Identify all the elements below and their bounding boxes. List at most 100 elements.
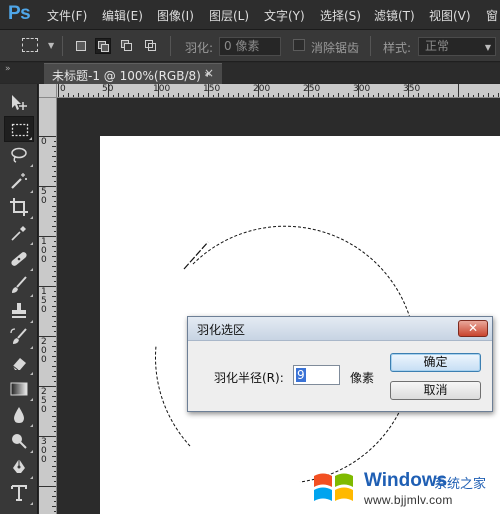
eyedropper-tool[interactable] [4, 220, 34, 246]
watermark-url: www.bjjmlv.com [364, 493, 453, 507]
magic-wand-icon [11, 173, 27, 189]
close-tab-icon[interactable]: × [204, 66, 214, 80]
intersect-selection-icon-b [148, 43, 156, 51]
history-brush-tool[interactable] [4, 324, 34, 350]
ruler-origin[interactable] [39, 84, 57, 98]
dodge-tool[interactable] [4, 428, 34, 454]
ruler-label: 0 [41, 137, 47, 147]
menu-image[interactable]: 图像(I) [157, 7, 194, 24]
subtract-selection-icon-b [124, 43, 132, 51]
menu-filter[interactable]: 滤镜(T) [374, 7, 415, 24]
feather-label: 羽化: [185, 41, 214, 55]
blur-drop-icon [14, 407, 24, 423]
feather-radius-input[interactable]: 9 [293, 365, 340, 385]
add-to-selection-button[interactable] [95, 38, 111, 54]
radius-unit-label: 像素 [350, 371, 375, 385]
dialog-titlebar[interactable]: 羽化选区 ✕ [188, 317, 492, 341]
brush-icon [12, 276, 27, 293]
feather-selection-dialog: 羽化选区 ✕ 羽化半径(R): 9 像素 确定 取消 [187, 316, 493, 412]
antialias-checkbox[interactable] [293, 39, 305, 51]
windows-logo-icon [314, 473, 353, 501]
tool-preset-dropdown-icon[interactable]: ▼ [48, 41, 54, 50]
subtract-from-selection-button[interactable] [119, 38, 135, 54]
separator [170, 36, 171, 56]
menu-view[interactable]: 视图(V) [429, 7, 471, 24]
rectangular-marquee-icon [11, 123, 29, 137]
bandage-icon [11, 252, 27, 266]
menu-edit[interactable]: 编辑(E) [102, 7, 143, 24]
photoshop-logo: Ps [8, 3, 31, 24]
horizontal-ruler[interactable]: 0 50 100 150 200 250 300 350 [57, 84, 500, 98]
collapse-panels-icon[interactable]: » [5, 64, 10, 74]
ruler-label: 150 [203, 84, 221, 94]
gradient-tool[interactable] [4, 376, 34, 402]
ruler-label: 250 [303, 84, 321, 94]
chevron-down-icon: ▼ [484, 43, 491, 52]
type-tool[interactable] [4, 480, 34, 506]
ruler-label: 50 [41, 187, 47, 206]
clone-stamp-tool[interactable] [4, 298, 34, 324]
lasso-icon [11, 147, 27, 163]
dialog-body: 羽化半径(R): 9 像素 确定 取消 [192, 345, 488, 408]
intersect-selection-button[interactable] [143, 38, 159, 54]
document-tab[interactable]: 未标题-1 @ 100%(RGB/8) * × [44, 63, 222, 84]
stamp-icon [12, 303, 26, 318]
close-icon[interactable]: ✕ [458, 320, 488, 337]
new-selection-icon [76, 41, 86, 51]
style-select-value: 正常 [425, 39, 450, 53]
ruler-label: 250 [41, 387, 47, 415]
marquee-tool[interactable] [4, 116, 34, 142]
ok-button[interactable]: 确定 [390, 353, 481, 372]
dodge-icon [12, 434, 27, 449]
tool-preset-marquee-icon[interactable] [22, 38, 38, 52]
dialog-title: 羽化选区 [197, 323, 246, 337]
antialias-label: 消除锯齿 [311, 41, 360, 55]
magic-wand-tool[interactable] [4, 168, 34, 194]
healing-brush-tool[interactable] [4, 246, 34, 272]
eraser-icon [12, 358, 26, 371]
document-tab-title: 未标题-1 @ 100%(RGB/8) * [52, 69, 211, 83]
style-label: 样式: [383, 41, 412, 55]
cancel-button[interactable]: 取消 [390, 381, 481, 400]
style-select[interactable]: 正常 ▼ [418, 37, 496, 56]
separator [370, 36, 371, 56]
brush-tool[interactable] [4, 272, 34, 298]
menu-layer[interactable]: 图层(L) [209, 7, 249, 24]
ruler-label: 200 [253, 84, 271, 94]
new-selection-button[interactable] [73, 38, 89, 54]
menu-type[interactable]: 文字(Y) [264, 7, 305, 24]
feather-radius-label: 羽化半径(R): [214, 371, 284, 385]
ruler-label: 100 [153, 84, 171, 94]
add-selection-icon-b [101, 44, 109, 52]
ruler-label: 350 [403, 84, 421, 94]
ruler-label: 100 [41, 237, 47, 265]
ruler-label: 0 [60, 84, 66, 94]
horizontal-ruler-ticks [58, 84, 499, 97]
crop-icon [10, 198, 28, 216]
history-brush-icon [10, 328, 27, 344]
feather-input[interactable]: 0 像素 [219, 37, 281, 56]
move-icon [12, 95, 27, 110]
eraser-tool[interactable] [4, 350, 34, 376]
menu-file[interactable]: 文件(F) [47, 7, 87, 24]
watermark-site-name: 系统之家 [434, 477, 487, 492]
move-tool[interactable] [4, 90, 34, 116]
crop-tool[interactable] [4, 194, 34, 220]
blur-tool[interactable] [4, 402, 34, 428]
ruler-label: 300 [41, 437, 47, 465]
menu-window[interactable]: 窗 [486, 7, 498, 24]
vertical-ruler[interactable]: 0 50 100 150 200 250 300 [39, 98, 57, 514]
menu-select[interactable]: 选择(S) [320, 7, 361, 24]
lasso-tool[interactable] [4, 142, 34, 168]
ruler-label: 300 [353, 84, 371, 94]
ruler-label: 200 [41, 337, 47, 365]
options-bar: ▼ 羽化: 0 像素 消除锯齿 样式: 正常 ▼ [0, 30, 500, 62]
pen-tool[interactable] [4, 454, 34, 480]
gradient-icon [10, 382, 28, 396]
separator [62, 36, 63, 56]
ruler-label: 50 [102, 84, 114, 94]
eyedropper-icon [11, 226, 26, 241]
type-icon [11, 485, 27, 501]
menu-bar: Ps 文件(F) 编辑(E) 图像(I) 图层(L) 文字(Y) 选择(S) 滤… [0, 0, 500, 30]
feather-radius-value: 9 [296, 368, 306, 382]
